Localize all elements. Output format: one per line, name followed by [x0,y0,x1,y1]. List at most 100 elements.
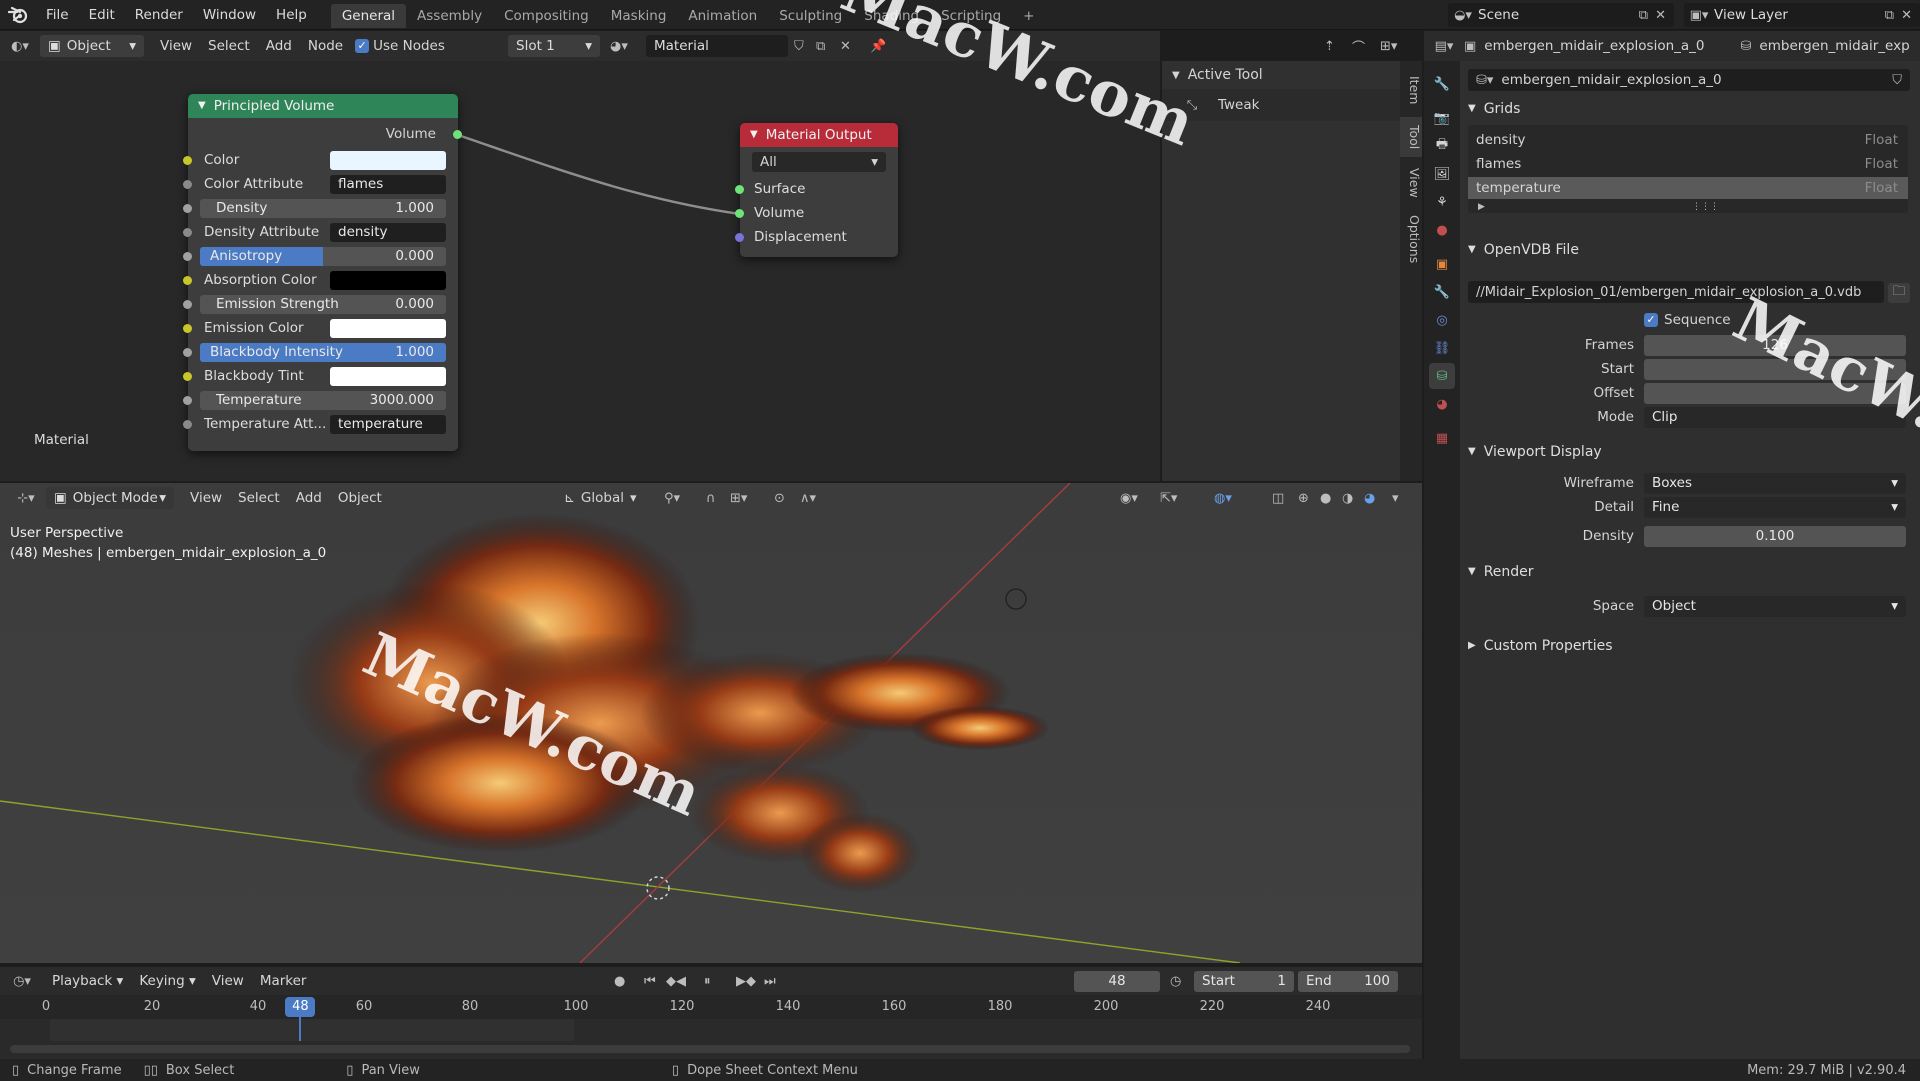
tool-tab-icon[interactable]: 🔧 [1429,71,1455,97]
grid-item-flames[interactable]: flames Float [1468,153,1908,175]
emission-strength-socket[interactable] [183,300,192,309]
snap-magnet-icon[interactable]: ∩ [706,491,716,506]
vdb-filepath-field[interactable]: //Midair_Explosion_01/embergen_midair_ex… [1468,281,1884,303]
constraint-tab-icon[interactable]: ⛓ [1429,335,1455,361]
color-swatch[interactable] [330,151,446,170]
snap-options-icon[interactable]: ⊞▾ [1380,39,1397,54]
remove-scene-icon[interactable]: ✕ [1655,8,1666,23]
viewport-menu-select[interactable]: Select [230,487,288,509]
fake-user-shield-icon[interactable]: ⛉ [1892,73,1902,88]
timeline-menu-playback[interactable]: Playback ▾ [44,970,131,992]
color-socket[interactable] [183,156,192,165]
volume-input-socket[interactable] [735,209,744,218]
principled-volume-node[interactable]: ▼ Principled Volume Volume Color Color A… [183,94,462,451]
keyframe-prev-icon[interactable]: ◆◀ [666,974,686,989]
viewport-3d[interactable]: User Perspective (48) Meshes | embergen_… [0,483,1422,963]
density-attribute-field[interactable]: density [330,223,446,242]
view-layer-tab-icon[interactable]: 🖼 [1429,161,1455,187]
shading-rendered-icon[interactable]: ◕ [1364,491,1375,506]
texture-tab-icon[interactable]: ▦ [1429,425,1455,451]
tab-view[interactable]: View [1400,163,1422,203]
timeline-menu-keying[interactable]: Keying ▾ [131,970,203,992]
scene-tab-icon[interactable]: ⚘ [1429,189,1455,215]
editor-type-icon[interactable]: ▤▾ [1424,39,1464,54]
new-view-layer-icon[interactable]: ⧉ [1885,8,1894,23]
viewport-menu-object[interactable]: Object [330,487,390,509]
color-attribute-socket[interactable] [183,180,192,189]
emission-color-socket[interactable] [183,324,192,333]
current-frame-field[interactable]: 48 [1074,971,1160,992]
viewport-menu-add[interactable]: Add [288,487,330,509]
end-frame-field[interactable]: End 100 [1298,971,1398,992]
absorption-color-socket[interactable] [183,276,192,285]
detail-dropdown[interactable]: Fine ▾ [1644,497,1906,518]
render-panel-header[interactable]: ▼ Render [1468,559,1920,585]
openvdb-panel-header[interactable]: ▼ OpenVDB File [1468,237,1920,263]
world-tab-icon[interactable]: ● [1429,217,1455,243]
data-breadcrumb[interactable]: embergen_midair_exp [1759,38,1909,54]
object-tab-icon[interactable]: ▣ [1429,251,1455,277]
falloff-icon[interactable]: ∧▾ [800,491,816,506]
output-target-dropdown[interactable]: All ▾ [752,152,886,172]
viewport-display-panel-header[interactable]: ▼ Viewport Display [1468,439,1920,465]
render-tab-icon[interactable]: 📷 [1429,105,1455,131]
collapse-arrow-icon[interactable]: ▼ [198,94,206,118]
shading-options-icon[interactable]: ▾ [1392,491,1399,506]
editor-type-icon[interactable]: ⊹▾ [6,491,46,506]
principled-volume-title[interactable]: ▼ Principled Volume [188,94,458,118]
custom-properties-panel-header[interactable]: ▶ Custom Properties [1468,633,1920,659]
temperature-attribute-field[interactable]: temperature [330,415,446,434]
space-dropdown[interactable]: Object ▾ [1644,596,1906,617]
material-output-node[interactable]: ▼ Material Output All ▾ Surface Volume D… [735,123,898,257]
emission-strength-slider[interactable]: Emission Strength 0.000 [200,295,446,314]
jump-end-icon[interactable]: ⏭ [764,974,776,989]
scene-selector[interactable]: ◒▾ Scene ⧉ ✕ [1448,3,1674,27]
temperature-socket[interactable] [183,396,192,405]
folder-icon[interactable]: 🗀 [1888,283,1910,303]
temperature-attribute-socket[interactable] [183,420,192,429]
object-mode-dropdown[interactable]: ▣ Object Mode ▾ [46,487,174,509]
output-tab-icon[interactable]: 🖶 [1429,133,1455,159]
visibility-eye-icon[interactable]: ◉▾ [1120,491,1138,506]
editor-type-icon[interactable]: ◷▾ [0,974,44,989]
tool-tweak[interactable]: ⤡ Tweak [1162,89,1402,121]
object-breadcrumb[interactable]: embergen_midair_explosion_a_0 [1484,38,1704,54]
displacement-socket[interactable] [735,233,744,242]
jump-start-icon[interactable]: ⏮ [644,974,656,989]
tab-item[interactable]: Item [1400,69,1422,111]
timeline-menu-view[interactable]: View [204,970,252,992]
temperature-slider[interactable]: Temperature 3000.000 [200,391,446,410]
volume-data-tab-icon[interactable]: ⛁ [1429,363,1455,389]
proportional-edit-icon[interactable]: ⊙ [774,491,785,506]
keyframe-next-icon[interactable]: ▶◆ [736,974,756,989]
timeline-menu-marker[interactable]: Marker [252,970,315,992]
new-scene-icon[interactable]: ⧉ [1639,8,1648,23]
overlays-icon[interactable]: ◍▾ [1214,491,1232,506]
physics-tab-icon[interactable]: ◎ [1429,307,1455,333]
material-output-title[interactable]: ▼ Material Output [740,123,898,147]
active-tool-header[interactable]: ▼ Active Tool [1162,61,1402,89]
density-slider[interactable]: Density 1.000 [200,199,446,218]
anisotropy-slider[interactable]: Anisotropy 0.000 [200,247,446,266]
blackbody-tint-swatch[interactable] [330,367,446,386]
grid-item-density[interactable]: density Float [1468,129,1908,151]
density-attribute-socket[interactable] [183,228,192,237]
blackbody-intensity-socket[interactable] [183,348,192,357]
blackbody-intensity-slider[interactable]: Blackbody Intensity 1.000 [200,343,446,362]
remove-view-layer-icon[interactable]: ✕ [1901,8,1912,23]
material-tab-icon[interactable]: ◕ [1429,391,1455,417]
list-resize-handle-icon[interactable]: ⋮⋮⋮ [1692,202,1719,212]
volume-output-socket[interactable] [453,130,462,139]
view-layer-selector[interactable]: ▣▾ View Layer ⧉ ✕ [1684,3,1920,27]
color-attribute-field[interactable]: flames [330,175,446,194]
shading-solid-icon[interactable]: ● [1320,491,1331,506]
start-field[interactable] [1644,359,1906,380]
snap-icon[interactable]: ⌒ [1352,37,1365,56]
emission-color-swatch[interactable] [330,319,446,338]
frames-field[interactable]: 126 [1644,335,1906,356]
record-icon[interactable]: ● [614,974,625,989]
shading-material-icon[interactable]: ◑ [1342,491,1353,506]
modifier-tab-icon[interactable]: 🔧 [1429,279,1455,305]
blackbody-tint-socket[interactable] [183,372,192,381]
absorption-color-swatch[interactable] [330,271,446,290]
